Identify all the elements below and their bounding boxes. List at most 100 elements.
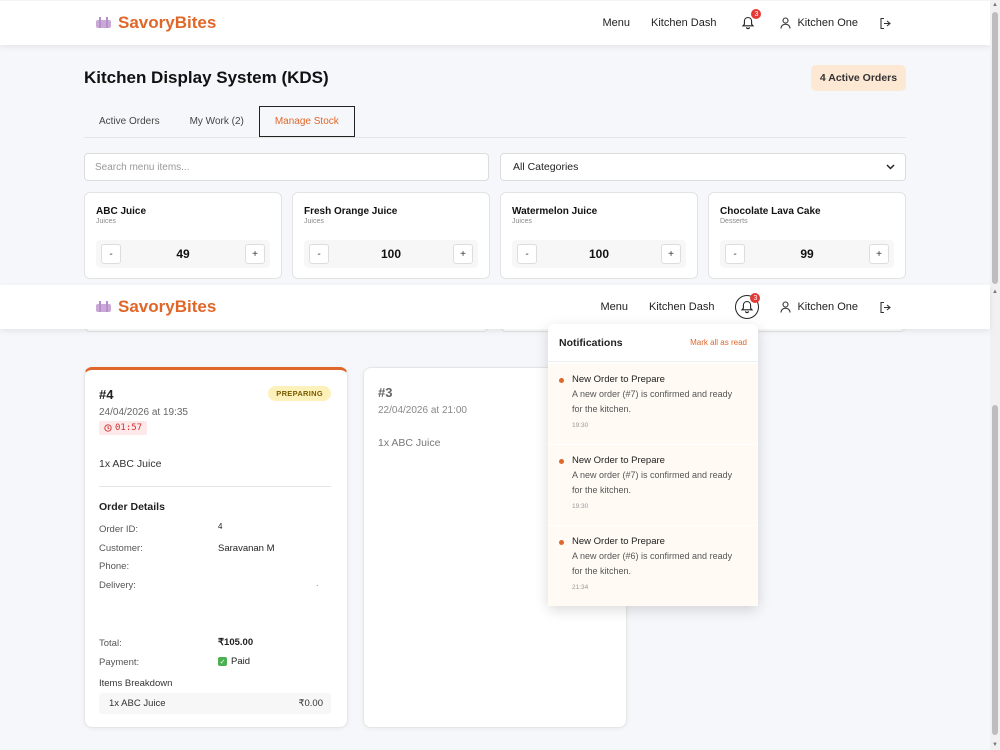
- chevron-down-icon: [886, 164, 895, 170]
- quantity-stepper: - 100 +: [512, 240, 686, 268]
- items-breakdown-heading: Items Breakdown: [99, 678, 173, 689]
- unread-dot: [559, 540, 564, 545]
- notification-item[interactable]: New Order to Prepare A new order (#7) is…: [548, 445, 758, 525]
- notification-body: A new order (#6) is confirmed and ready …: [572, 551, 733, 576]
- dish-icon: [96, 301, 111, 312]
- stock-item-name: ABC Juice: [96, 206, 147, 217]
- logout-icon[interactable]: [879, 17, 892, 30]
- notification-time: 19:30: [572, 503, 589, 510]
- user-menu[interactable]: Kitchen One: [780, 17, 858, 29]
- tab-manage-stock[interactable]: Manage Stock: [258, 106, 355, 137]
- notification-time: 19:30: [572, 422, 589, 429]
- tab-bar: Active Orders My Work (2) Manage Stock: [84, 106, 906, 138]
- stock-quantity: 99: [800, 247, 814, 261]
- order-date: 24/04/2026 at 19:35: [99, 407, 188, 418]
- quantity-stepper: - 49 +: [96, 240, 270, 268]
- notifications-dropdown: Notifications Mark all as read New Order…: [548, 324, 758, 606]
- tab-active-orders[interactable]: Active Orders: [84, 106, 175, 137]
- notifications-button[interactable]: 3: [737, 9, 762, 34]
- nav-links: Menu Kitchen Dash 3 Kitchen One: [600, 293, 892, 319]
- check-icon: ✓: [218, 657, 227, 666]
- total-label: Total:: [99, 638, 122, 649]
- scroll-up-icon[interactable]: ▲: [990, 287, 1000, 297]
- order-number: #3: [378, 385, 393, 400]
- brand[interactable]: SavoryBites: [95, 297, 216, 317]
- notification-item[interactable]: New Order to Prepare A new order (#7) is…: [548, 364, 758, 444]
- order-timer: 01:57: [99, 421, 148, 435]
- order-item: 1x ABC Juice: [378, 437, 441, 449]
- mark-all-read-button[interactable]: Mark all as read: [690, 338, 747, 347]
- scroll-thumb[interactable]: [992, 405, 998, 735]
- order-details-heading: Order Details: [99, 501, 165, 513]
- brand-name: SavoryBites: [118, 13, 217, 32]
- unread-dot: [559, 459, 564, 464]
- order-id-value: 4: [218, 522, 223, 531]
- notifications-button[interactable]: 3: [735, 293, 761, 319]
- stock-item-name: Fresh Orange Juice: [304, 206, 398, 217]
- brand[interactable]: SavoryBites: [95, 13, 216, 33]
- customer-label: Customer:: [99, 543, 143, 554]
- category-select[interactable]: All Categories: [500, 153, 906, 181]
- nav-menu-link[interactable]: Menu: [600, 301, 628, 313]
- notification-item[interactable]: New Order to Prepare A new order (#6) is…: [548, 526, 758, 606]
- scroll-thumb[interactable]: [992, 12, 998, 284]
- order-date: 22/04/2026 at 21:00: [378, 405, 467, 416]
- user-menu[interactable]: Kitchen One: [780, 301, 858, 313]
- nav-kitchen-dash-link[interactable]: Kitchen Dash: [649, 301, 714, 313]
- active-orders-badge: 4 Active Orders: [811, 65, 906, 91]
- nav-links: Menu Kitchen Dash 3 Kitchen One: [602, 9, 892, 34]
- notification-time: 21:34: [572, 584, 589, 591]
- notification-count-badge: 3: [750, 293, 761, 303]
- nav-menu-link[interactable]: Menu: [602, 17, 630, 29]
- clock-icon: [104, 424, 112, 432]
- brand-name: SavoryBites: [118, 297, 217, 316]
- payment-value: Paid: [231, 656, 251, 667]
- scroll-up-icon[interactable]: ▲: [990, 0, 1000, 10]
- divider: [99, 486, 331, 487]
- search-input[interactable]: Search menu items...: [84, 153, 489, 181]
- stock-card: ABC Juice Juices - 49 +: [84, 192, 282, 279]
- nav-kitchen-dash-link[interactable]: Kitchen Dash: [651, 17, 716, 29]
- page-title: Kitchen Display System (KDS): [84, 68, 329, 87]
- stock-quantity: 100: [588, 247, 610, 261]
- logout-icon[interactable]: [879, 301, 892, 314]
- total-value: ₹105.00: [218, 637, 254, 648]
- increase-button[interactable]: +: [453, 244, 473, 264]
- stock-item-name: Watermelon Juice: [512, 206, 598, 217]
- increase-button[interactable]: +: [661, 244, 681, 264]
- delivery-label: Delivery:: [99, 580, 136, 591]
- order-id-label: Order ID:: [99, 524, 139, 535]
- sticky-navbar: SavoryBites Menu Kitchen Dash 3 Kitchen …: [0, 285, 990, 329]
- payment-status: ✓ Paid: [218, 656, 250, 667]
- increase-button[interactable]: +: [245, 244, 265, 264]
- notification-body: A new order (#7) is confirmed and ready …: [572, 470, 733, 495]
- scrollbar[interactable]: ▲ ▲ ▼: [990, 0, 1000, 750]
- category-select-value: All Categories: [513, 161, 579, 173]
- status-badge: PREPARING: [268, 386, 331, 401]
- increase-button[interactable]: +: [869, 244, 889, 264]
- breakdown-item: 1x ABC Juice: [109, 698, 166, 709]
- stock-quantity: 100: [380, 247, 402, 261]
- notifications-title: Notifications: [559, 336, 623, 349]
- scroll-down-icon[interactable]: ▼: [990, 740, 1000, 750]
- delivery-value: .: [316, 578, 319, 589]
- stock-card: Fresh Orange Juice Juices - 100 +: [292, 192, 490, 279]
- top-navbar: SavoryBites Menu Kitchen Dash 3 Kitchen …: [0, 1, 990, 45]
- breakdown-row: 1x ABC Juice ₹0.00: [99, 693, 331, 714]
- unread-dot: [559, 378, 564, 383]
- user-name: Kitchen One: [797, 17, 858, 29]
- order-item: 1x ABC Juice: [99, 458, 162, 470]
- stock-item-category: Desserts: [720, 218, 748, 225]
- order-card: #4 PREPARING 24/04/2026 at 19:35 01:57 1…: [84, 367, 348, 728]
- stock-card: Watermelon Juice Juices - 100 +: [500, 192, 698, 279]
- customer-value: Saravanan M: [218, 543, 275, 554]
- stock-item-category: Juices: [96, 218, 116, 225]
- phone-label: Phone:: [99, 561, 130, 572]
- stock-item-name: Chocolate Lava Cake: [720, 206, 821, 217]
- tab-my-work[interactable]: My Work (2): [175, 106, 259, 137]
- quantity-stepper: - 100 +: [304, 240, 478, 268]
- dish-icon: [96, 17, 111, 28]
- notification-title: New Order to Prepare: [572, 374, 665, 385]
- notification-title: New Order to Prepare: [572, 455, 665, 466]
- breakdown-price: ₹0.00: [298, 698, 323, 709]
